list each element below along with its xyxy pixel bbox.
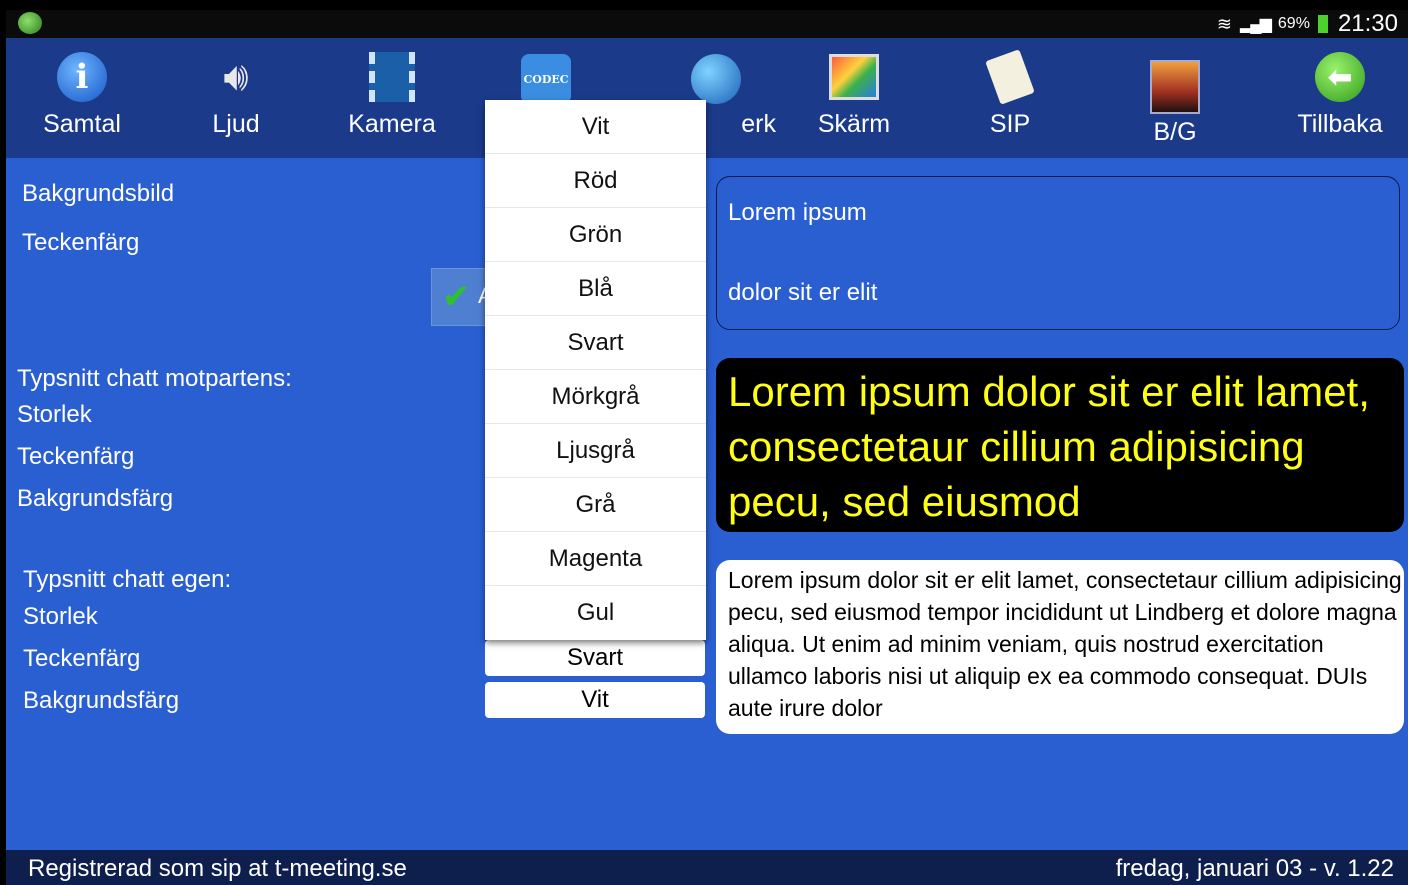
egen-teckenfarg-select[interactable]: Svart — [485, 640, 705, 676]
dropdown-option[interactable]: Röd — [485, 154, 706, 208]
clock: 21:30 — [1337, 10, 1398, 37]
dropdown-option[interactable]: Magenta — [485, 532, 706, 586]
egen-bakgrundsfarg-select[interactable]: Vit — [485, 682, 705, 718]
dropdown-option[interactable]: Svart — [485, 316, 706, 370]
toolbar-label: Samtal — [43, 110, 121, 138]
toolbar: i Samtal 🔊︎ Ljud Kamera CODEC erk Skärm … — [6, 38, 1408, 158]
speaker-icon: 🔊︎ — [223, 54, 249, 99]
app-screen: ≋ ▂▄▆ 69% 21:30 i Samtal 🔊︎ Ljud Kamera … — [6, 10, 1408, 885]
dropdown-option[interactable]: Grön — [485, 208, 706, 262]
screen-icon — [829, 54, 879, 100]
label-teckenfarg-top: Teckenfärg — [22, 229, 140, 256]
battery-percent: 69% — [1277, 15, 1310, 32]
toolbar-skarm-button[interactable]: Skärm — [784, 48, 924, 158]
preview1-line1: Lorem ipsum — [728, 199, 867, 226]
dropdown-option[interactable]: Vit — [485, 100, 706, 154]
status-bar: ≋ ▂▄▆ 69% 21:30 — [6, 10, 1408, 38]
egen-heading: Typsnitt chatt egen: — [23, 566, 232, 593]
battery-icon — [1317, 15, 1328, 33]
preview-chat-motpart: Lorem ipsum dolor sit er elit lamet, con… — [716, 358, 1404, 532]
checkmark-icon: ✔ — [442, 278, 471, 316]
label-motpart-storlek: Storlek — [17, 401, 92, 428]
color-dropdown: Vit Röd Grön Blå Svart Mörkgrå Ljusgrå G… — [485, 100, 706, 640]
codec-icon: CODEC — [521, 54, 571, 104]
wifi-icon: ≋ — [1216, 13, 1232, 34]
footer-bar: Registrerad som sip at t-meeting.se fred… — [6, 850, 1408, 885]
film-icon — [369, 52, 415, 102]
toolbar-samtal-button[interactable]: i Samtal — [12, 48, 152, 158]
motpart-heading: Typsnitt chatt motpartens: — [17, 365, 292, 392]
signal-icon: ▂▄▆ — [1239, 16, 1272, 33]
toolbar-sip-button[interactable]: SIP — [940, 48, 1080, 158]
background-icon — [1150, 60, 1200, 114]
document-icon — [985, 49, 1035, 105]
dropdown-option[interactable]: Grå — [485, 478, 706, 532]
dropdown-option[interactable]: Mörkgrå — [485, 370, 706, 424]
label-bakgrundsbild: Bakgrundsbild — [22, 180, 175, 207]
toolbar-bg-button[interactable]: B/G — [1105, 48, 1245, 158]
back-arrow-icon: ⬅︎ — [1315, 52, 1365, 102]
app-logo-icon — [18, 12, 42, 34]
registration-status: Registrerad som sip at t-meeting.se — [28, 855, 407, 882]
label-egen-teckenfarg: Teckenfärg — [23, 645, 141, 672]
label-egen-bakgrundsfarg: Bakgrundsfärg — [23, 687, 180, 714]
preview1-line2: dolor sit er elit — [728, 279, 878, 306]
globe-icon — [691, 54, 741, 104]
status-indicators: ≋ ▂▄▆ 69% 21:30 — [1217, 10, 1398, 38]
toolbar-ljud-button[interactable]: 🔊︎ Ljud — [166, 48, 306, 158]
toolbar-tillbaka-button[interactable]: ⬅︎ Tillbaka — [1270, 48, 1408, 158]
date-version: fredag, januari 03 - v. 1.22 — [1115, 855, 1394, 882]
label-egen-storlek: Storlek — [23, 603, 98, 630]
dropdown-option[interactable]: Gul — [485, 586, 706, 639]
toolbar-label: Skärm — [817, 110, 891, 138]
label-motpart-bakgrundsfarg: Bakgrundsfärg — [17, 485, 174, 512]
toolbar-label: SIP — [989, 110, 1031, 138]
toolbar-label: Ljud — [212, 110, 260, 138]
label-motpart-teckenfarg: Teckenfärg — [17, 443, 135, 470]
toolbar-kamera-button[interactable]: Kamera — [322, 48, 462, 158]
apply-button[interactable]: ✔ A — [431, 268, 493, 326]
dropdown-option[interactable]: Ljusgrå — [485, 424, 706, 478]
info-icon: i — [57, 52, 107, 102]
toolbar-label: Tillbaka — [1297, 110, 1383, 138]
toolbar-label: B/G — [1153, 118, 1197, 146]
preview-background-image: Lorem ipsum dolor sit er elit — [716, 176, 1400, 330]
toolbar-label: Kamera — [348, 110, 436, 138]
dropdown-option[interactable]: Blå — [485, 262, 706, 316]
preview-chat-egen: Lorem ipsum dolor sit er elit lamet, con… — [716, 560, 1404, 734]
